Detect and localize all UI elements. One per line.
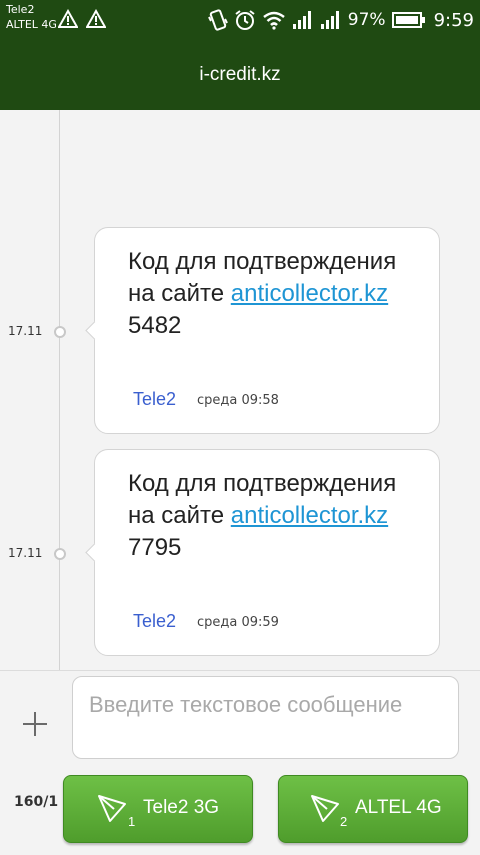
- message-input[interactable]: Введите текстовое сообщение: [72, 676, 459, 759]
- message-text: Код для подтверждения на сайте anticolle…: [128, 246, 428, 342]
- status-bar: Tele2 ALTEL 4G 97% 9:59: [0, 0, 480, 40]
- send-label: Tele2 3G: [143, 797, 220, 818]
- carrier-2: ALTEL 4G: [6, 18, 57, 31]
- wifi-icon: [263, 11, 285, 30]
- char-counter: 160/1: [14, 794, 59, 810]
- message-link[interactable]: anticollector.kz: [231, 502, 388, 529]
- battery-percent: 97%: [347, 10, 386, 30]
- conversation-title[interactable]: i-credit.kz: [0, 40, 480, 110]
- message-link[interactable]: anticollector.kz: [231, 280, 388, 307]
- bubble-tail: [85, 321, 104, 340]
- warning-icon: [86, 9, 106, 28]
- message-code: 5482: [128, 312, 182, 339]
- warning-icon: [58, 9, 78, 28]
- message-date: 17.11: [8, 324, 43, 338]
- bubble-tail: [85, 543, 104, 562]
- send-icon: [311, 795, 339, 822]
- plus-icon[interactable]: [22, 711, 48, 737]
- timeline-dot: [54, 548, 66, 560]
- message-time: среда 09:59: [197, 615, 279, 630]
- send-icon: [98, 795, 126, 822]
- sim-number: 1: [128, 814, 136, 829]
- signal-icon: [320, 11, 339, 29]
- status-icons: 97% 9:59: [207, 0, 474, 40]
- clock: 9:59: [433, 9, 474, 31]
- vibrate-icon: [207, 9, 228, 31]
- conversation-list[interactable]: 17.11 Код для подтверждения на сайте ant…: [0, 110, 480, 670]
- app-bar: i-credit.kz: [0, 40, 480, 110]
- message-date: 17.11: [8, 546, 43, 560]
- sim-number: 2: [340, 814, 348, 829]
- send-button-sim1[interactable]: 1 Tele2 3G: [63, 775, 253, 843]
- signal-icon: [292, 11, 311, 29]
- message-time: среда 09:58: [197, 393, 279, 408]
- message-code: 7795: [128, 534, 182, 561]
- message-bubble[interactable]: Код для подтверждения на сайте anticolle…: [85, 449, 440, 656]
- compose-area: Введите текстовое сообщение 160/1 1 Tele…: [0, 670, 480, 855]
- send-button-sim2[interactable]: 2 ALTEL 4G: [278, 775, 468, 843]
- message-text: Код для подтверждения на сайте anticolle…: [128, 468, 428, 564]
- battery-icon: [391, 12, 425, 28]
- alarm-icon: [235, 10, 255, 30]
- sender-label: Tele2: [133, 389, 177, 409]
- send-label: ALTEL 4G: [355, 797, 442, 818]
- sender-label: Tele2: [133, 611, 177, 631]
- carrier-1: Tele2: [6, 3, 35, 16]
- message-bubble[interactable]: Код для подтверждения на сайте anticolle…: [85, 227, 440, 434]
- carrier-info: Tele2 ALTEL 4G: [6, 2, 57, 32]
- timeline-dot: [54, 326, 66, 338]
- timeline-line: [59, 110, 60, 670]
